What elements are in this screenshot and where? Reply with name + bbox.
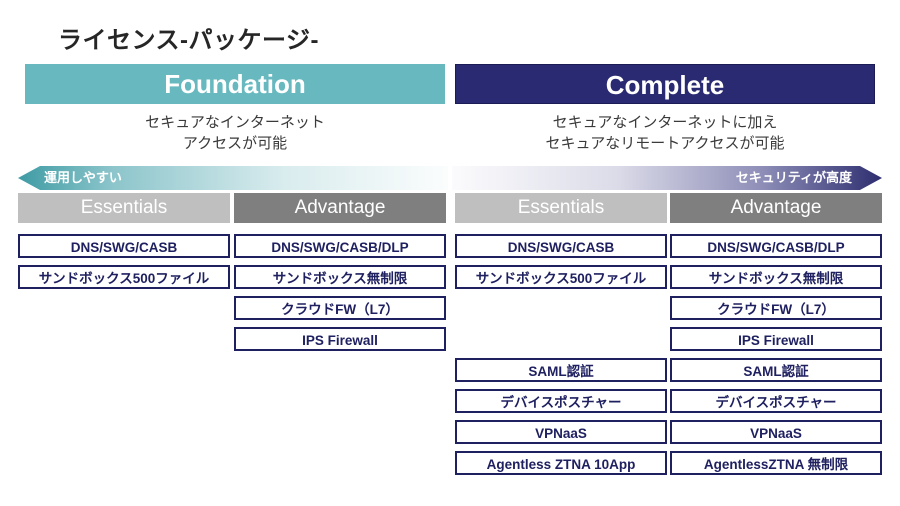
feature-box[interactable]: サンドボックス500ファイル xyxy=(18,265,230,289)
feature-box[interactable]: IPS Firewall xyxy=(234,327,446,351)
feature-box-spacer xyxy=(455,296,667,320)
feature-box[interactable]: サンドボックス500ファイル xyxy=(455,265,667,289)
feature-box[interactable]: クラウドFW（L7） xyxy=(670,296,882,320)
feature-column-complete-essentials: DNS/SWG/CASB サンドボックス500ファイル SAML認証 デバイスポスチャ… xyxy=(455,234,667,482)
package-header-foundation: Foundation xyxy=(25,64,445,104)
feature-box[interactable]: サンドボックス無制限 xyxy=(234,265,446,289)
feature-box[interactable]: SAML認証 xyxy=(670,358,882,382)
feature-box[interactable]: Agentless ZTNA 10App xyxy=(455,451,667,475)
feature-box-spacer xyxy=(455,327,667,351)
feature-box[interactable]: VPNaaS xyxy=(455,420,667,444)
feature-box[interactable]: クラウドFW（L7） xyxy=(234,296,446,320)
arrow-label-ease-of-operation: 運用しやすい xyxy=(44,170,122,185)
feature-box[interactable]: DNS/SWG/CASB/DLP xyxy=(234,234,446,258)
feature-box[interactable]: デバイスポスチャー xyxy=(455,389,667,413)
feature-box[interactable]: デバイスポスチャー xyxy=(670,389,882,413)
feature-box[interactable]: DNS/SWG/CASB xyxy=(18,234,230,258)
package-caption-foundation: セキュアなインターネット アクセスが可能 xyxy=(145,114,325,152)
feature-column-foundation-essentials: DNS/SWG/CASB サンドボックス500ファイル xyxy=(18,234,230,296)
feature-box[interactable]: AgentlessZTNA 無制限 xyxy=(670,451,882,475)
feature-column-complete-advantage: DNS/SWG/CASB/DLP サンドボックス無制限 クラウドFW（L7） IPS … xyxy=(670,234,882,482)
feature-box[interactable]: DNS/SWG/CASB/DLP xyxy=(670,234,882,258)
feature-box[interactable]: DNS/SWG/CASB xyxy=(455,234,667,258)
arrow-label-security-level: セキュリティが高度 xyxy=(735,170,852,185)
feature-column-foundation-advantage: DNS/SWG/CASB/DLP サンドボックス無制限 クラウドFW（L7） IPS … xyxy=(234,234,446,358)
feature-box[interactable]: サンドボックス無制限 xyxy=(670,265,882,289)
tier-header-complete-advantage: Advantage xyxy=(670,193,882,223)
feature-box[interactable]: SAML認証 xyxy=(455,358,667,382)
tier-header-foundation-essentials: Essentials xyxy=(18,193,230,223)
feature-box[interactable]: IPS Firewall xyxy=(670,327,882,351)
page-title: ライセンス-パッケージ- xyxy=(58,27,320,54)
package-caption-complete: セキュアなインターネットに加え セキュアなリモートアクセスが可能 xyxy=(545,114,785,152)
tier-header-foundation-advantage: Advantage xyxy=(234,193,446,223)
package-header-complete: Complete xyxy=(455,64,875,104)
feature-box[interactable]: VPNaaS xyxy=(670,420,882,444)
tier-header-complete-essentials: Essentials xyxy=(455,193,667,223)
license-package-slide: ライセンス-パッケージ- Foundation Complete セキュアなイン… xyxy=(0,0,900,506)
